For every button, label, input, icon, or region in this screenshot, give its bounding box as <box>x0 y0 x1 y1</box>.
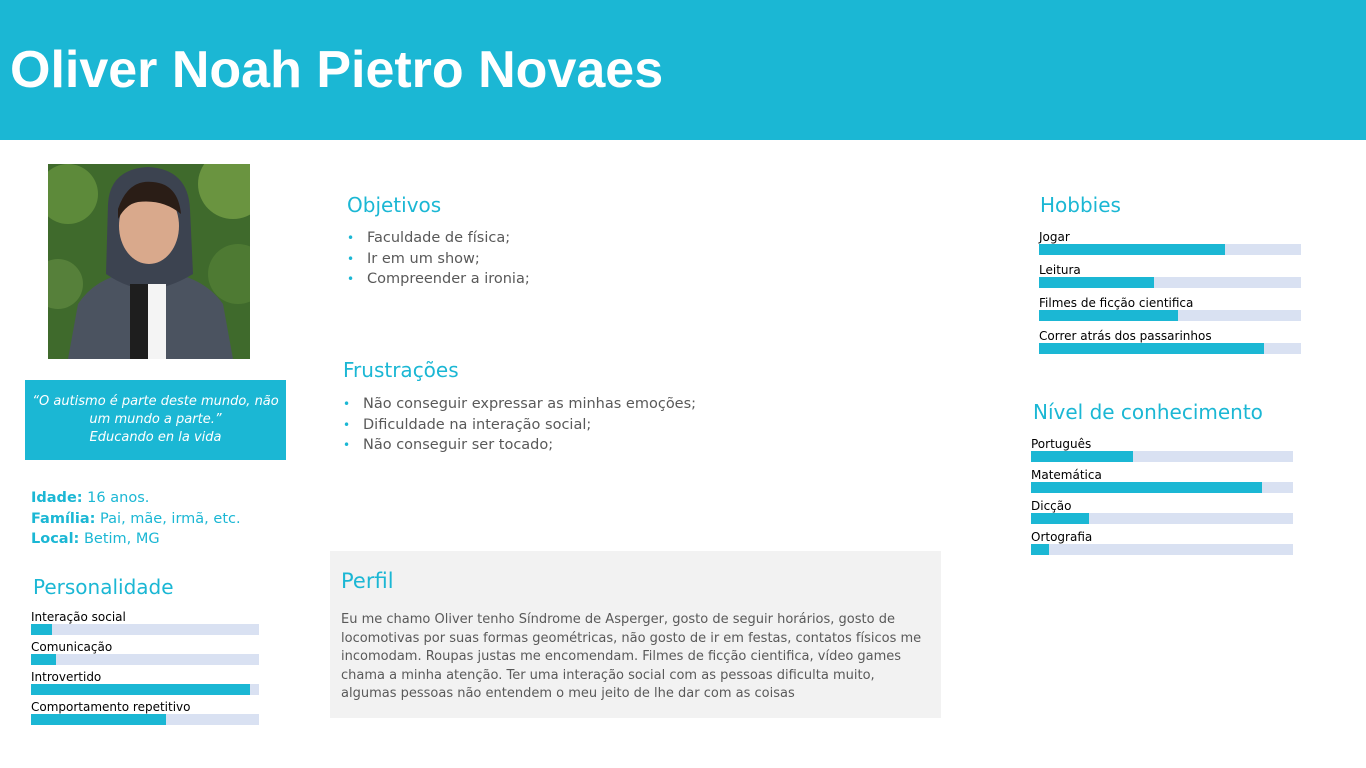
persona-photo-image <box>48 164 250 359</box>
hobbies-bar-label: Correr atrás dos passarinhos <box>1039 329 1212 343</box>
objetivos-list: Faculdade de física; Ir em um show; Comp… <box>347 228 530 290</box>
perfil-text: Eu me chamo Oliver tenho Síndrome de Asp… <box>341 612 922 702</box>
hobbies-bar-track <box>1039 343 1301 354</box>
perfil-panel: Perfil Eu me chamo Oliver tenho Síndrome… <box>330 551 941 718</box>
personalidade-bar-label: Interação social <box>31 610 126 624</box>
personalidade-bar-label: Introvertido <box>31 670 102 684</box>
conhecimento-bar-label: Matemática <box>1031 468 1102 482</box>
perfil-title: Perfil <box>341 569 394 593</box>
personalidade-bar-track <box>31 654 259 665</box>
persona-quote: “O autismo é parte deste mundo, não um m… <box>25 380 286 460</box>
hobbies-bar-track <box>1039 310 1301 321</box>
fact-age: Idade: 16 anos. <box>31 490 150 506</box>
objetivos-item: Faculdade de física; <box>347 228 530 249</box>
conhecimento-bar-track <box>1031 544 1293 555</box>
personalidade-bar-fill <box>31 684 250 695</box>
frustracoes-item: Não conseguir ser tocado; <box>343 435 696 456</box>
personalidade-bar-fill <box>31 714 166 725</box>
conhecimento-bar-fill <box>1031 544 1049 555</box>
personalidade-bar-fill <box>31 624 52 635</box>
personalidade-bar-label: Comportamento repetitivo <box>31 700 191 714</box>
quote-source: Educando en la vida <box>89 430 222 445</box>
personalidade-bar-track <box>31 624 259 635</box>
conhecimento-bar-track <box>1031 482 1293 493</box>
quote-line-1: “O autismo é parte deste mundo, não <box>32 394 279 409</box>
hobbies-bar-track <box>1039 277 1301 288</box>
hobbies-bar-label: Filmes de ficção cientifica <box>1039 296 1194 310</box>
personalidade-bar-fill <box>31 654 56 665</box>
conhecimento-bar-label: Dicção <box>1031 499 1072 513</box>
hobbies-bar-fill <box>1039 343 1264 354</box>
hobbies-bar-track <box>1039 244 1301 255</box>
quote-line-2: um mundo a parte.” <box>89 412 222 427</box>
header-banner: Oliver Noah Pietro Novaes <box>0 0 1366 140</box>
persona-facts: Idade: 16 anos. Família: Pai, mãe, irmã,… <box>31 488 241 550</box>
frustracoes-item: Dificuldade na interação social; <box>343 415 696 436</box>
personalidade-title: Personalidade <box>33 575 174 599</box>
fact-family: Família: Pai, mãe, irmã, etc. <box>31 510 241 527</box>
hobbies-title: Hobbies <box>1040 193 1121 217</box>
conhecimento-bar-label: Português <box>1031 437 1092 451</box>
personalidade-bar-label: Comunicação <box>31 640 113 654</box>
objetivos-item: Ir em um show; <box>347 249 530 270</box>
frustracoes-list: Não conseguir expressar as minhas emoçõe… <box>343 394 696 456</box>
hobbies-bar-label: Leitura <box>1039 263 1081 277</box>
conhecimento-bar-label: Ortografia <box>1031 530 1093 544</box>
persona-name: Oliver Noah Pietro Novaes <box>10 41 664 99</box>
conhecimento-bar-fill <box>1031 451 1133 462</box>
objetivos-title: Objetivos <box>347 193 442 217</box>
personalidade-bar-track <box>31 714 259 725</box>
conhecimento-bar-fill <box>1031 513 1089 524</box>
frustracoes-title: Frustrações <box>343 358 459 382</box>
fact-location: Local: Betim, MG <box>31 531 160 547</box>
hobbies-bar-fill <box>1039 310 1178 321</box>
personalidade-bar-track <box>31 684 259 695</box>
conhecimento-bar-track <box>1031 513 1293 524</box>
hobbies-bar-fill <box>1039 244 1225 255</box>
hobbies-bar-label: Jogar <box>1039 230 1070 244</box>
persona-photo <box>48 164 250 359</box>
frustracoes-item: Não conseguir expressar as minhas emoçõe… <box>343 394 696 415</box>
conhecimento-bar-fill <box>1031 482 1262 493</box>
conhecimento-title: Nível de conhecimento <box>1033 400 1263 424</box>
conhecimento-bar-track <box>1031 451 1293 462</box>
objetivos-item: Compreender a ironia; <box>347 269 530 290</box>
hobbies-bar-fill <box>1039 277 1154 288</box>
